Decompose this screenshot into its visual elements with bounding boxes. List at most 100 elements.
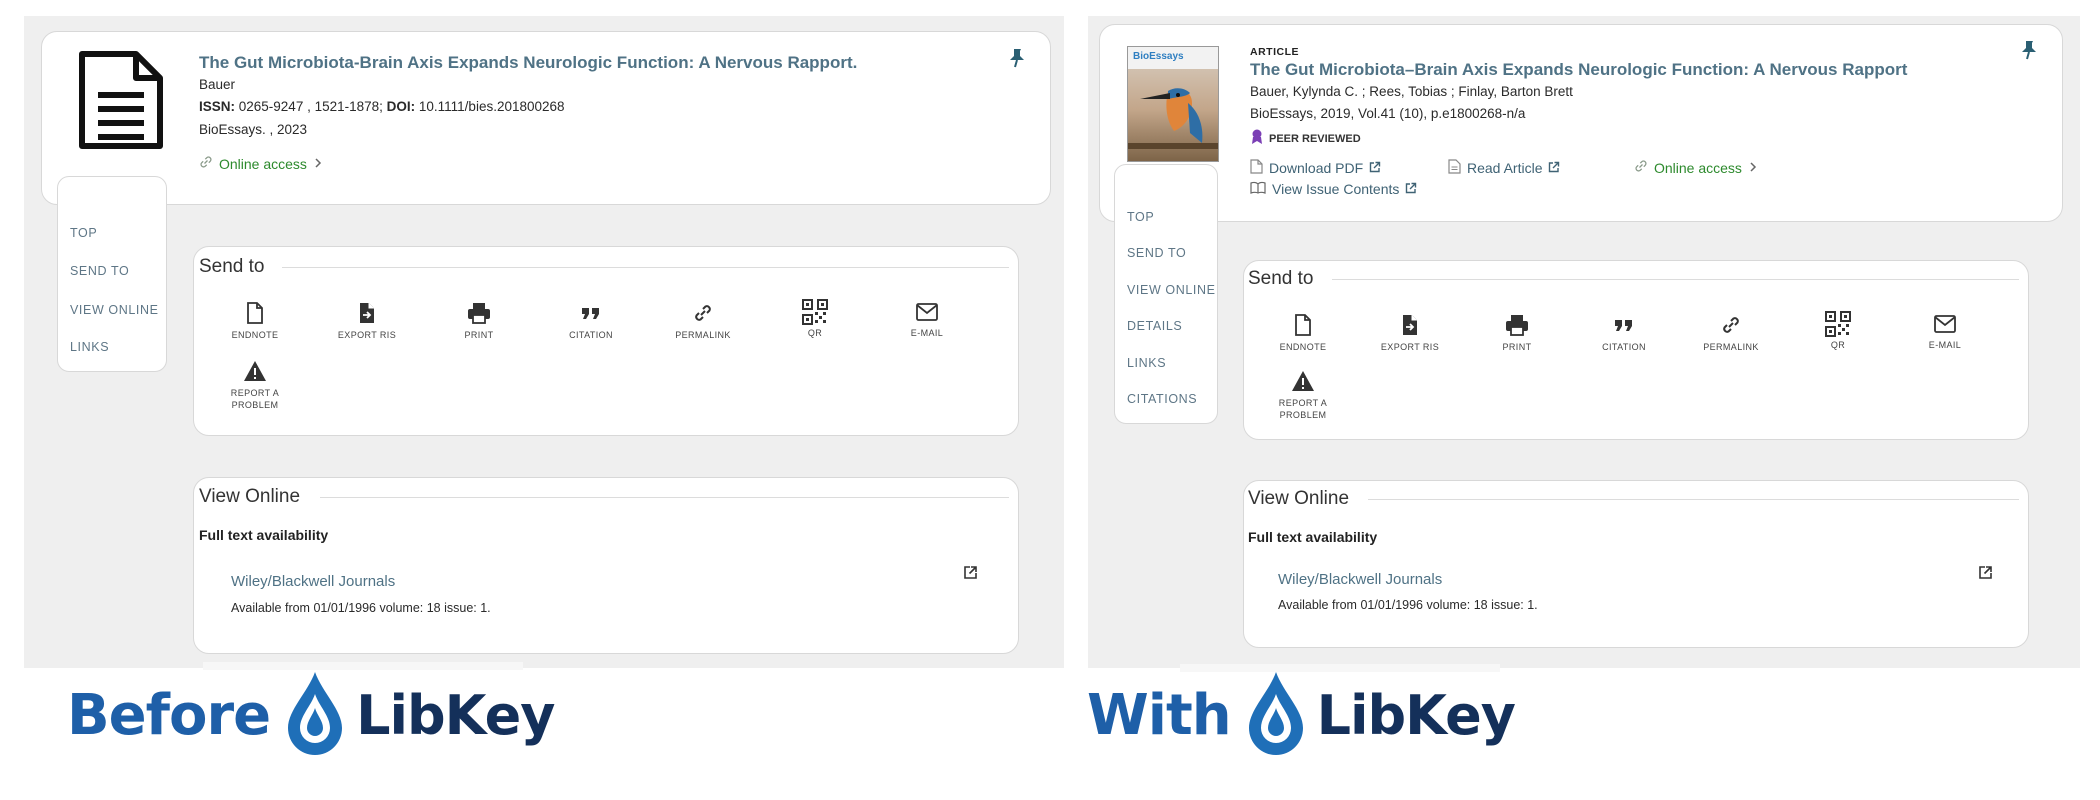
record-identifiers: ISSN: 0265-9247 , 1521-1878; DOI: 10.111… (199, 99, 565, 114)
citation-icon (580, 302, 602, 324)
qr-icon (1825, 311, 1851, 337)
divider (1332, 279, 2019, 280)
download-pdf-label: Download PDF (1269, 160, 1364, 176)
read-article-label: Read Article (1467, 160, 1543, 176)
export-ris-label: EXPORT RIS (337, 330, 397, 340)
print-label: PRINT (464, 330, 494, 340)
endnote-button[interactable]: ENDNOTE (210, 302, 300, 341)
warning-icon (243, 360, 267, 382)
divider (320, 497, 1009, 498)
nav-item-details[interactable]: DETAILS (1127, 319, 1182, 333)
record-source: BioEssays, 2019, Vol.41 (10), p.e1800268… (1250, 106, 1526, 121)
endnote-icon (246, 302, 264, 324)
email-button[interactable]: E-MAIL (882, 302, 972, 339)
nav-item-top[interactable]: TOP (70, 226, 97, 240)
view-issue-label: View Issue Contents (1272, 181, 1400, 197)
divider (1368, 499, 2019, 500)
export-ris-button[interactable]: EXPORT RIS (1365, 314, 1455, 353)
qr-label: QR (1830, 340, 1846, 350)
link-icon (199, 155, 213, 172)
print-icon (467, 302, 491, 324)
nav-item-links[interactable]: LINKS (1127, 356, 1166, 370)
record-title-link[interactable]: The Gut Microbiota-Brain Axis Expands Ne… (199, 53, 857, 73)
book-icon (1250, 181, 1266, 197)
nav-item-send-to[interactable]: SEND TO (1127, 246, 1186, 260)
kingfisher-illustration (1128, 88, 1218, 149)
journal-cover-image[interactable]: BioEssays (1127, 46, 1219, 162)
print-button[interactable]: PRINT (434, 302, 524, 341)
email-icon (915, 302, 939, 322)
provider-link[interactable]: Wiley/Blackwell Journals (1278, 571, 1442, 588)
online-access-label: Online access (1654, 159, 1742, 176)
record-source: BioEssays. , 2023 (199, 122, 308, 137)
qr-button[interactable]: QR (1793, 311, 1883, 351)
download-pdf-link[interactable]: Download PDF (1250, 159, 1381, 177)
provider-link[interactable]: Wiley/Blackwell Journals (231, 573, 395, 590)
record-authors: Bauer (199, 77, 236, 92)
permalink-button[interactable]: PERMALINK (658, 302, 748, 341)
nav-item-citations[interactable]: CITATIONS (1127, 392, 1197, 406)
qr-label: QR (807, 328, 823, 338)
export-ris-label: EXPORT RIS (1380, 342, 1440, 352)
export-ris-icon (1401, 314, 1419, 336)
article-file-icon (1448, 159, 1461, 177)
external-link-icon[interactable] (1978, 565, 1993, 585)
document-icon (74, 50, 166, 155)
permalink-button[interactable]: PERMALINK (1686, 314, 1776, 353)
brand-libkey-word: LibKey (1316, 684, 1516, 747)
record-type-label: ARTICLE (1250, 46, 1299, 58)
online-access-label: Online access (219, 155, 307, 172)
peer-reviewed-label: PEER REVIEWED (1269, 132, 1361, 145)
endnote-label: ENDNOTE (1279, 342, 1327, 352)
export-ris-button[interactable]: EXPORT RIS (322, 302, 412, 341)
nav-item-send-to[interactable]: SEND TO (70, 264, 129, 278)
online-access-link[interactable]: Online access (199, 155, 323, 172)
view-online-heading: View Online (1248, 488, 1350, 509)
online-access-link[interactable]: Online access (1634, 159, 1758, 176)
libkey-drop-icon (286, 670, 344, 761)
send-to-heading: Send to (1248, 268, 1314, 289)
nav-item-view-online[interactable]: VIEW ONLINE (70, 303, 159, 317)
citation-button[interactable]: CITATION (546, 302, 636, 341)
view-online-heading: View Online (199, 486, 301, 507)
nav-item-links[interactable]: LINKS (70, 340, 109, 354)
endnote-button[interactable]: ENDNOTE (1258, 314, 1348, 353)
send-to-heading: Send to (199, 256, 265, 277)
endnote-icon (1294, 314, 1312, 336)
report-problem-button[interactable]: REPORT A PROBLEM (210, 360, 300, 411)
external-link-icon (1548, 160, 1560, 176)
email-label: E-MAIL (1928, 340, 1962, 350)
citation-button[interactable]: CITATION (1579, 314, 1669, 353)
peer-reviewed-icon (1250, 129, 1264, 148)
view-issue-contents-link[interactable]: View Issue Contents (1250, 181, 1417, 197)
citation-icon (1613, 314, 1635, 336)
email-label: E-MAIL (910, 328, 944, 338)
availability-note: Available from 01/01/1996 volume: 18 iss… (231, 601, 491, 615)
availability-note: Available from 01/01/1996 volume: 18 iss… (1278, 598, 1538, 612)
email-button[interactable]: E-MAIL (1900, 314, 1990, 351)
external-link-icon[interactable] (963, 565, 978, 585)
pin-icon[interactable] (2020, 40, 2038, 65)
nav-item-view-online[interactable]: VIEW ONLINE (1127, 283, 1216, 297)
citation-label: CITATION (1602, 342, 1646, 352)
brand-with-word: With (1087, 683, 1232, 748)
print-button[interactable]: PRINT (1472, 314, 1562, 353)
nav-item-top[interactable]: TOP (1127, 210, 1154, 224)
qr-icon (802, 299, 828, 325)
external-link-icon (1405, 181, 1417, 197)
qr-button[interactable]: QR (770, 299, 860, 339)
with-view-online-section (1243, 480, 2029, 648)
record-authors: Bauer, Kylynda C. ; Rees, Tobias ; Finla… (1250, 84, 1573, 99)
with-section-nav: TOP SEND TO VIEW ONLINE DETAILS LINKS CI… (1114, 164, 1218, 424)
report-problem-button[interactable]: REPORT A PROBLEM (1258, 370, 1348, 421)
before-view-online-section (193, 477, 1019, 654)
full-text-availability-heading: Full text availability (1248, 529, 1378, 545)
divider (282, 267, 1009, 268)
record-title-link[interactable]: The Gut Microbiota–Brain Axis Expands Ne… (1250, 60, 1907, 80)
report-problem-label: REPORT A PROBLEM (230, 388, 280, 410)
permalink-icon (692, 302, 714, 324)
permalink-icon (1720, 314, 1742, 336)
read-article-link[interactable]: Read Article (1448, 159, 1560, 177)
external-link-icon (1369, 160, 1381, 176)
pin-icon[interactable] (1008, 48, 1026, 73)
